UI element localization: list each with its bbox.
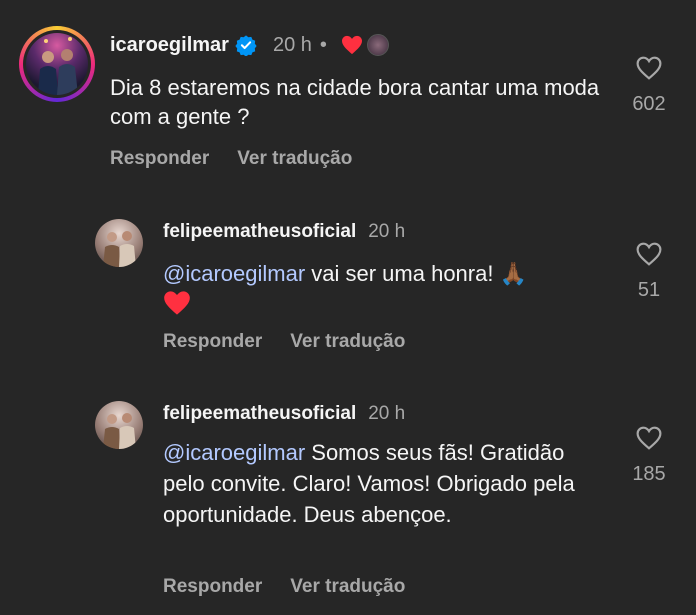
red-heart-emoji xyxy=(163,290,623,320)
comment-text: @icaroegilmar Somos seus fãs! Gratidão p… xyxy=(163,437,603,530)
username[interactable]: icaroegilmar xyxy=(110,34,229,57)
like-heart-icon[interactable] xyxy=(636,56,662,85)
comment-text: Dia 8 estaremos na cidade bora cantar um… xyxy=(110,74,600,131)
like-heart-icon[interactable] xyxy=(636,242,662,271)
reply-button[interactable]: Responder xyxy=(163,331,262,353)
timestamp: 20 h xyxy=(368,221,406,242)
avatar-photo xyxy=(38,37,78,95)
timestamp: 20 h xyxy=(368,403,406,424)
reply-button[interactable]: Responder xyxy=(163,576,262,598)
mention-link[interactable]: @icaroegilmar xyxy=(163,440,305,465)
verified-badge-icon xyxy=(235,34,257,56)
timestamp: 20 h xyxy=(272,33,312,56)
like-group: 51 xyxy=(622,242,676,302)
comment-header: felipeematheusoficial 20 h xyxy=(163,220,405,244)
like-group: 185 xyxy=(622,426,676,486)
comment-actions: Responder Ver tradução xyxy=(163,576,405,598)
avatar-photo xyxy=(103,413,136,449)
like-count: 602 xyxy=(632,93,666,115)
dot-separator: • xyxy=(319,33,327,56)
comment-text-body: Dia 8 estaremos na cidade bora cantar um… xyxy=(110,75,600,129)
reply-comment-2: felipeematheusoficial 20 h @icaroegilmar… xyxy=(0,385,696,615)
avatar[interactable] xyxy=(95,401,143,449)
reply-comment-1: felipeematheusoficial 20 h @icaroegilmar… xyxy=(0,200,696,390)
avatar-photo xyxy=(103,231,136,267)
comment-header: felipeematheusoficial 20 h xyxy=(163,402,405,426)
comment-actions: Responder Ver tradução xyxy=(110,148,352,170)
avatar[interactable] xyxy=(95,219,143,267)
avatar[interactable] xyxy=(26,33,88,95)
comment-1: icaroegilmar 20 h • Dia 8 estaremos na c… xyxy=(0,0,696,200)
username[interactable]: felipeematheusoficial xyxy=(163,403,356,425)
reply-button[interactable]: Responder xyxy=(110,148,209,170)
comment-text: @icaroegilmar vai ser uma honra! 🙏🏾 xyxy=(163,258,623,320)
like-count: 51 xyxy=(637,279,661,301)
username[interactable]: felipeematheusoficial xyxy=(163,221,356,243)
creator-avatar-mini xyxy=(366,34,389,56)
creator-heart-icon xyxy=(341,35,363,55)
comment-text-body: vai ser uma honra! 🙏🏾 xyxy=(305,261,527,286)
comment-header: icaroegilmar 20 h • xyxy=(110,32,389,58)
like-count: 185 xyxy=(632,463,666,485)
translate-button[interactable]: Ver tradução xyxy=(290,331,405,353)
like-heart-icon[interactable] xyxy=(636,426,662,455)
comment-actions: Responder Ver tradução xyxy=(163,331,405,353)
translate-button[interactable]: Ver tradução xyxy=(237,148,352,170)
like-group: 602 xyxy=(622,56,676,116)
mention-link[interactable]: @icaroegilmar xyxy=(163,261,305,286)
translate-button[interactable]: Ver tradução xyxy=(290,576,405,598)
